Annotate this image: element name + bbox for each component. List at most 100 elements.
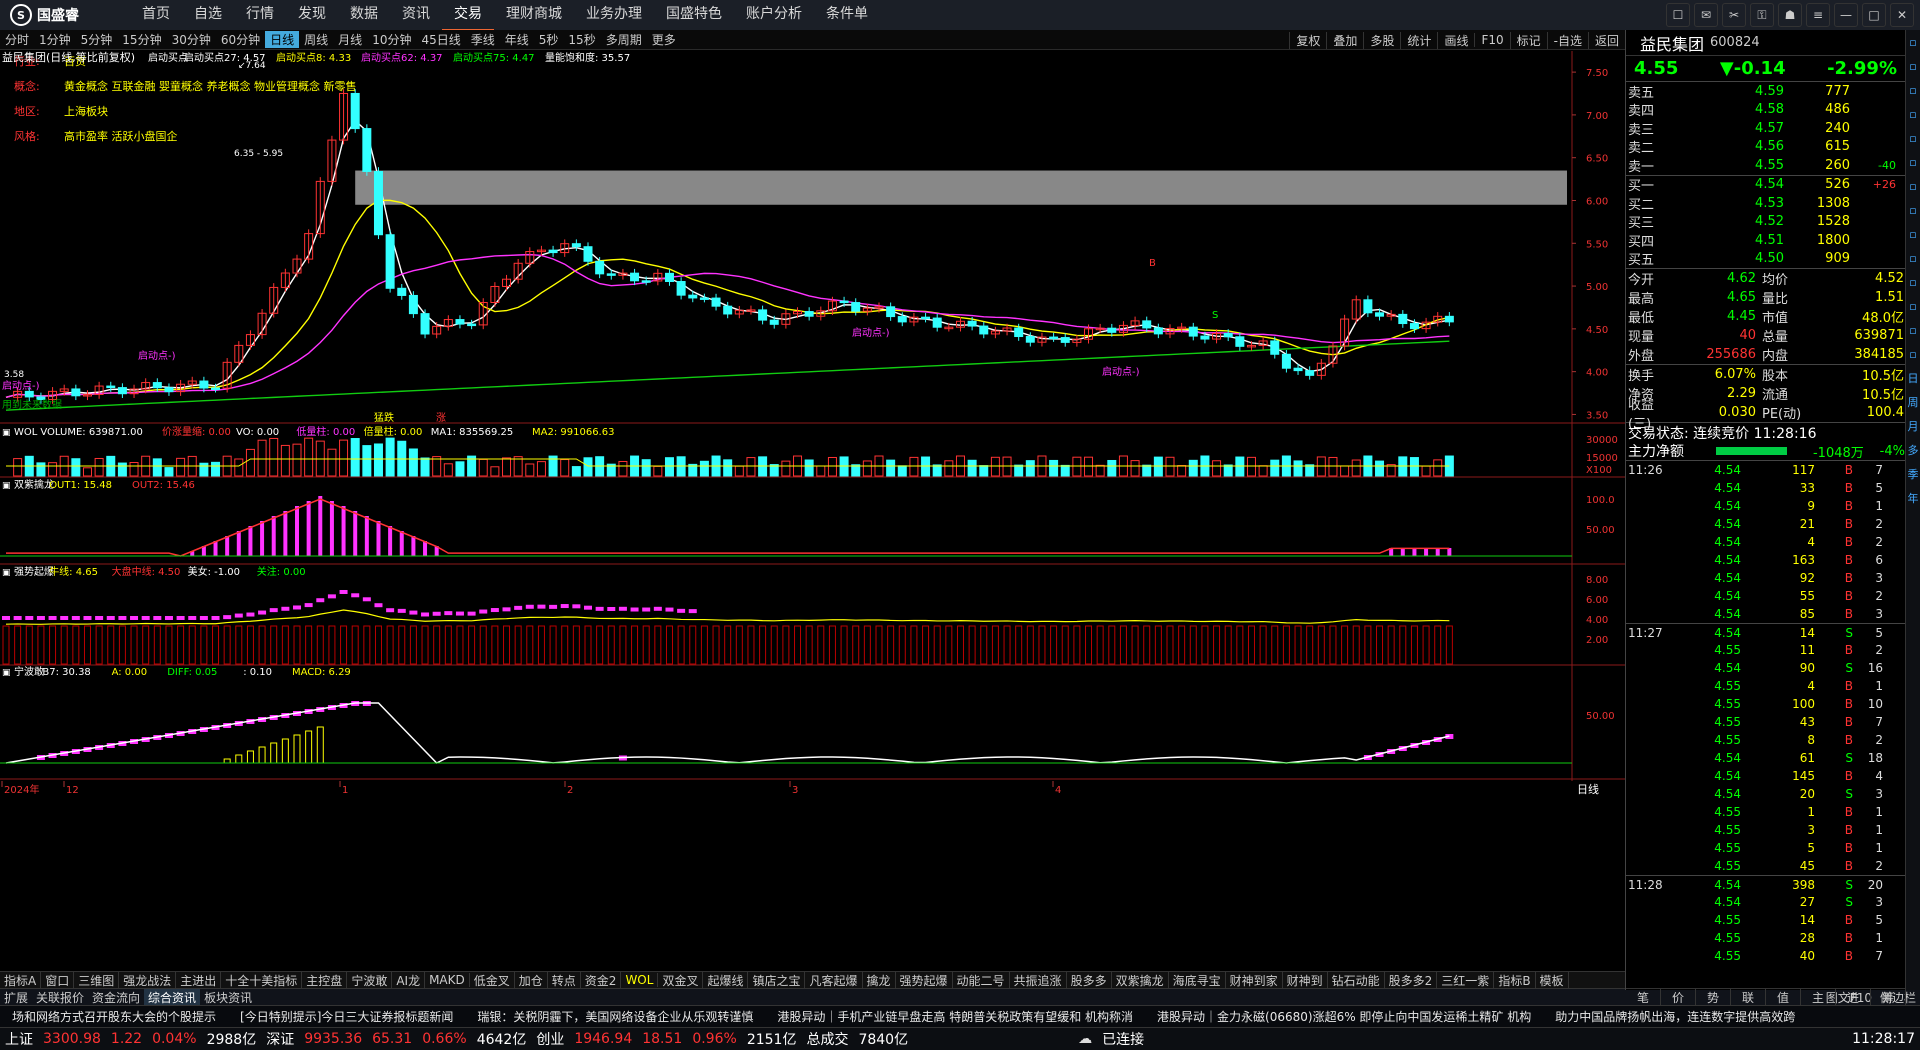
period-周线[interactable]: 周线 — [299, 31, 333, 48]
period-多周期[interactable]: 多周期 — [601, 31, 647, 48]
menu-item-交易[interactable]: 交易 — [442, 0, 494, 31]
tick-row[interactable]: 4.55 4 B 1 — [1626, 677, 1905, 695]
indicator-tab-低金叉[interactable]: 低金叉 — [470, 972, 515, 988]
tick-row[interactable]: 4.55 8 B 2 — [1626, 731, 1905, 749]
tick-row[interactable]: 4.54 145 B 4 — [1626, 767, 1905, 785]
sidebar-tool-icon[interactable]: ▫ — [1909, 270, 1916, 294]
sidebar-period-多[interactable]: 多 — [1908, 438, 1919, 462]
toolbar-统计[interactable]: 统计 — [1400, 31, 1437, 49]
quote-tab-主[interactable]: 主 — [1801, 989, 1836, 1005]
indicator-tab-财神到家[interactable]: 财神到家 — [1226, 972, 1283, 988]
indicator-tab-MAKD[interactable]: MAKD — [425, 973, 470, 987]
tools-icon[interactable]: ✂ — [1722, 3, 1746, 27]
tick-row[interactable]: 4.54 20 S 3 — [1626, 785, 1905, 803]
sidebar-tool-icon[interactable]: ▫ — [1909, 342, 1916, 366]
indicator-tab-宁波敢[interactable]: 宁波敢 — [347, 972, 393, 988]
toolbar-多股[interactable]: 多股 — [1363, 31, 1400, 49]
sidebar-tool-icon[interactable]: ▫ — [1909, 78, 1916, 102]
indicator-tab-三红一紫[interactable]: 三红一紫 — [1437, 972, 1495, 988]
ticker-item[interactable]: [今日特别提示]今日三大证券报标题新闻 — [228, 1008, 465, 1025]
tick-row[interactable]: 11:28 4.54 398 S 20 — [1626, 875, 1905, 893]
indicator-tab-主进出[interactable]: 主进出 — [176, 972, 222, 988]
indicator-tab-模板[interactable]: 模板 — [1536, 972, 1569, 988]
sidebar-tool-icon[interactable]: ▫ — [1909, 54, 1916, 78]
toolbar-F10[interactable]: F10 — [1474, 33, 1509, 47]
tick-row[interactable]: 4.54 21 B 2 — [1626, 515, 1905, 533]
indicator-tab-共振追涨[interactable]: 共振追涨 — [1010, 972, 1067, 988]
menu-item-资讯[interactable]: 资讯 — [390, 0, 442, 31]
tick-row[interactable]: 4.55 40 B 7 — [1626, 947, 1905, 965]
period-45日线[interactable]: 45日线 — [416, 31, 465, 48]
news-tab-关联报价[interactable]: 关联报价 — [32, 989, 88, 1006]
indicator-tab-三维图[interactable]: 三维图 — [74, 972, 120, 988]
tick-row[interactable]: 4.55 3 B 1 — [1626, 821, 1905, 839]
period-5分钟[interactable]: 5分钟 — [76, 31, 118, 48]
ticker-item[interactable]: 瑞银：关税阴霾下，美国网络设备企业从乐观转谨慎 — [465, 1008, 765, 1025]
period-15秒[interactable]: 15秒 — [563, 31, 600, 48]
tick-row[interactable]: 4.55 1 B 1 — [1626, 803, 1905, 821]
toolbar-标记[interactable]: 标记 — [1509, 31, 1547, 49]
toolbar-复权[interactable]: 复权 — [1289, 31, 1326, 49]
tick-row[interactable]: 4.55 100 B 10 — [1626, 695, 1905, 713]
indicator-tab-镇店之宝[interactable]: 镇店之宝 — [748, 972, 806, 988]
quote-tab-联[interactable]: 联 — [1731, 989, 1766, 1005]
chat-icon[interactable]: ☐ — [1666, 3, 1690, 27]
toolbar--自选[interactable]: -自选 — [1546, 31, 1588, 49]
indicator-tab-AI龙[interactable]: AI龙 — [392, 972, 426, 988]
period-更多[interactable]: 更多 — [647, 31, 681, 48]
indicator-tab-双紫擒龙[interactable]: 双紫擒龙 — [1112, 972, 1169, 988]
indicator-tab-强势起爆[interactable]: 强势起爆 — [896, 972, 953, 988]
indicator-tab-起爆线[interactable]: 起爆线 — [703, 972, 749, 988]
news-tab-板块资讯[interactable]: 板块资讯 — [200, 989, 256, 1006]
indicator-tab-窗口[interactable]: 窗口 — [41, 972, 75, 988]
toolbar-返回[interactable]: 返回 — [1587, 31, 1625, 49]
tick-row[interactable]: 4.55 5 B 1 — [1626, 839, 1905, 857]
tick-row[interactable]: 4.55 45 B 2 — [1626, 857, 1905, 875]
ticker-item[interactable]: 港股异动｜金力永磁(06680)涨超6% 即停止向中国发运稀土精矿 机构 — [1145, 1008, 1543, 1025]
period-分时[interactable]: 分时 — [0, 31, 34, 48]
sidebar-tool-icon[interactable]: ▫ — [1909, 222, 1916, 246]
sidebar-tool-icon[interactable]: ▫ — [1909, 150, 1916, 174]
sidebar-tool-icon[interactable]: ▫ — [1909, 318, 1916, 342]
indicator-tab-钻石动能[interactable]: 钻石动能 — [1328, 972, 1385, 988]
indicator-tab-指标A[interactable]: 指标A — [0, 972, 42, 988]
menu-item-自选[interactable]: 自选 — [182, 0, 234, 31]
sidebar-tool-icon[interactable]: ▫ — [1909, 174, 1916, 198]
menu-item-发现[interactable]: 发现 — [286, 0, 338, 31]
mail-icon[interactable]: ✉ — [1694, 3, 1718, 27]
tick-row[interactable]: 4.54 92 B 3 — [1626, 569, 1905, 587]
menu-item-理财商城[interactable]: 理财商城 — [494, 0, 574, 31]
menu-item-行情[interactable]: 行情 — [234, 0, 286, 31]
indicator-tab-擒龙[interactable]: 擒龙 — [863, 972, 896, 988]
indicator-tab-强龙战法[interactable]: 强龙战法 — [119, 972, 177, 988]
indicator-tab-股多多[interactable]: 股多多 — [1067, 972, 1112, 988]
indicator-tab-转点[interactable]: 转点 — [548, 972, 581, 988]
tick-row[interactable]: 4.54 4 B 2 — [1626, 533, 1905, 551]
indicator-tab-凡客起爆[interactable]: 凡客起爆 — [805, 972, 863, 988]
indicator-tab-股多多2[interactable]: 股多多2 — [1385, 972, 1438, 988]
tick-row[interactable]: 4.55 28 B 1 — [1626, 929, 1905, 947]
skin-icon[interactable]: ☗ — [1778, 3, 1802, 27]
kline-chart[interactable]: 7.507.006.506.005.505.004.504.003.50行业: 百… — [0, 50, 1625, 956]
sidebar-tool-icon[interactable]: ▫ — [1909, 126, 1916, 150]
quote-tab-价[interactable]: 价 — [1661, 989, 1696, 1005]
menu-item-业务办理[interactable]: 业务办理 — [574, 0, 654, 31]
period-60分钟[interactable]: 60分钟 — [216, 31, 265, 48]
sidebar-period-周[interactable]: 周 — [1908, 390, 1919, 414]
indicator-tab-加仓[interactable]: 加仓 — [515, 972, 548, 988]
indicator-tab-海底寻宝[interactable]: 海底寻宝 — [1169, 972, 1226, 988]
sidebar-tool-icon[interactable]: ▫ — [1909, 30, 1916, 54]
menu-item-数据[interactable]: 数据 — [338, 0, 390, 31]
menu-icon[interactable]: ≡ — [1806, 3, 1830, 27]
tick-row[interactable]: 4.54 55 B 2 — [1626, 587, 1905, 605]
quote-tab-值[interactable]: 值 — [1766, 989, 1801, 1005]
period-日线[interactable]: 日线 — [265, 31, 300, 48]
indicator-tab-WOL[interactable]: WOL — [621, 973, 659, 987]
menu-item-条件单[interactable]: 条件单 — [814, 0, 880, 31]
indicator-tab-财神到[interactable]: 财神到 — [1283, 972, 1328, 988]
period-月线[interactable]: 月线 — [333, 31, 367, 48]
sidebar-period-月[interactable]: 月 — [1908, 414, 1919, 438]
minimize-icon[interactable]: — — [1834, 3, 1858, 27]
tick-row[interactable]: 4.54 27 S 3 — [1626, 893, 1905, 911]
news-tab-扩展[interactable]: 扩展 — [0, 989, 32, 1006]
